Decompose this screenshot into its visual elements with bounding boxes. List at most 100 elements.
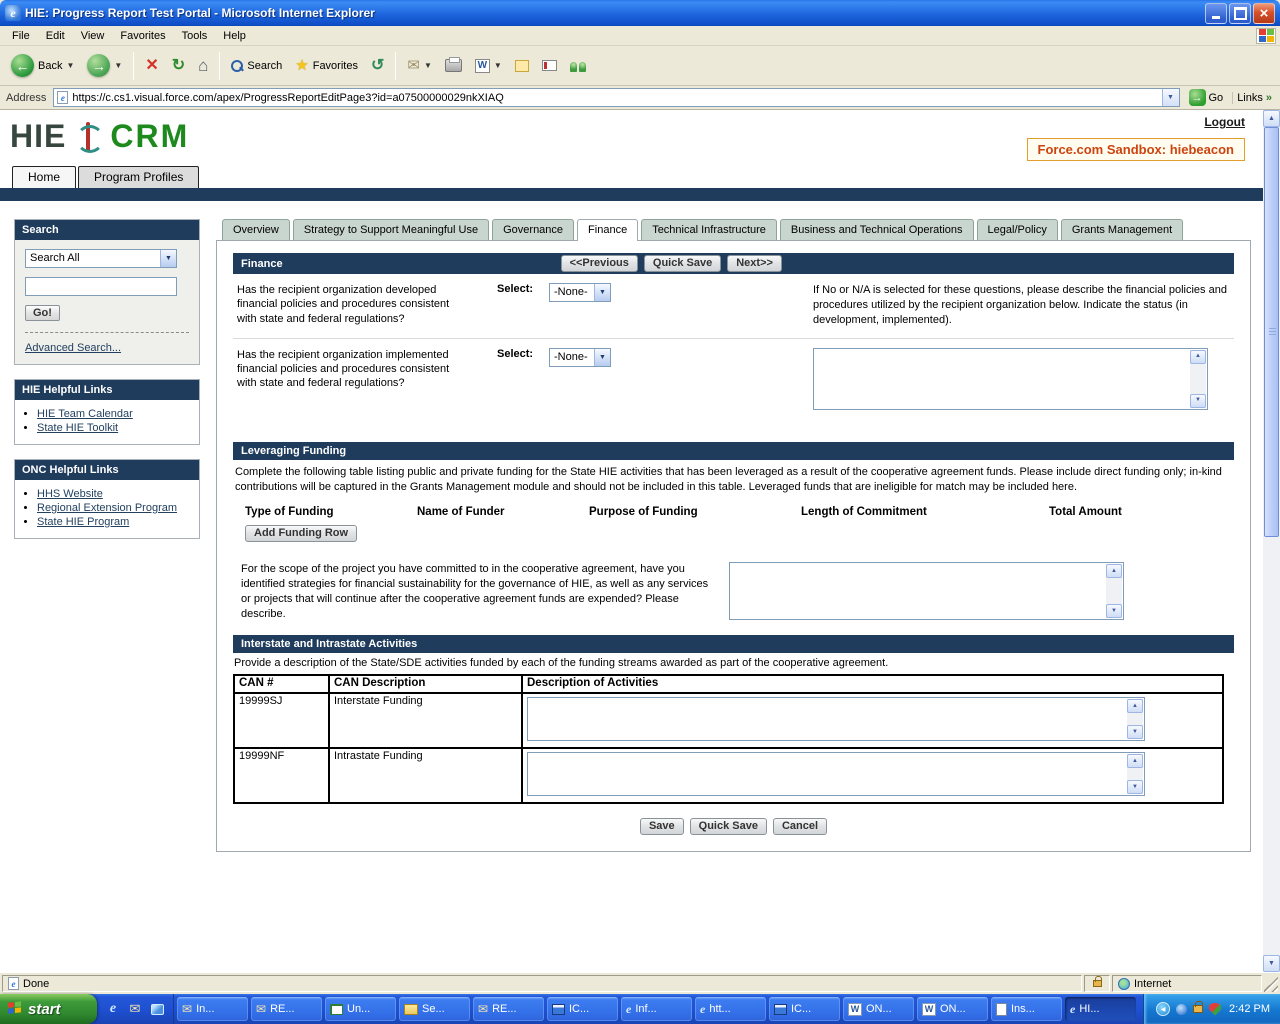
address-dropdown-icon[interactable]	[1162, 89, 1179, 106]
refresh-button[interactable]: ↻	[167, 55, 190, 77]
implemented-policies-select[interactable]: -None-	[549, 348, 611, 367]
taskbar-button[interactable]: Inf...	[621, 997, 692, 1021]
scrollbar-track[interactable]	[1263, 127, 1280, 955]
taskbar-button[interactable]: Un...	[325, 997, 396, 1021]
menu-tools[interactable]: Tools	[174, 28, 216, 44]
forward-dropdown-icon[interactable]: ▼	[114, 61, 122, 70]
tray-security-icon[interactable]	[1209, 1003, 1221, 1016]
menu-file[interactable]: File	[4, 28, 38, 44]
scroll-up-icon[interactable]: ▲	[1127, 699, 1143, 713]
vertical-scrollbar[interactable]: ▲ ▼	[1263, 110, 1280, 972]
taskbar-button[interactable]: RE...	[251, 997, 322, 1021]
scroll-up-icon[interactable]: ▲	[1190, 350, 1206, 364]
tab-overview[interactable]: Overview	[222, 219, 290, 240]
menu-edit[interactable]: Edit	[38, 28, 73, 44]
link-state-hie-toolkit[interactable]: State HIE Toolkit	[37, 422, 118, 434]
link-regional-extension-program[interactable]: Regional Extension Program	[37, 502, 177, 514]
scroll-up-icon[interactable]: ▲	[1263, 110, 1280, 127]
research-button[interactable]	[537, 57, 562, 74]
taskbar-button[interactable]: Se...	[399, 997, 470, 1021]
advanced-search-link[interactable]: Advanced Search...	[25, 342, 121, 354]
edit-dropdown-icon[interactable]: ▼	[494, 61, 502, 70]
history-button[interactable]: ↺	[366, 55, 389, 77]
quick-save-button[interactable]: Quick Save	[644, 255, 721, 272]
interstate-activities-textarea[interactable]: ▲ ▼	[527, 697, 1145, 741]
tab-business-technical-operations[interactable]: Business and Technical Operations	[780, 219, 974, 240]
maximize-button[interactable]	[1229, 3, 1251, 24]
chevron-down-icon[interactable]	[160, 250, 176, 267]
textarea-scrollbar[interactable]: ▲ ▼	[1190, 350, 1206, 408]
close-button[interactable]	[1253, 3, 1275, 24]
edit-with-word-button[interactable]: W ▼	[470, 56, 507, 76]
tab-program-profiles[interactable]: Program Profiles	[78, 166, 199, 188]
taskbar-button[interactable]: IC...	[547, 997, 618, 1021]
search-input[interactable]	[25, 277, 177, 296]
textarea-scrollbar[interactable]: ▲ ▼	[1127, 699, 1143, 739]
back-button[interactable]: ← Back ▼	[6, 51, 79, 80]
tab-grants-management[interactable]: Grants Management	[1061, 219, 1183, 240]
scroll-down-icon[interactable]: ▼	[1263, 955, 1280, 972]
sustainability-textarea[interactable]: ▲ ▼	[729, 562, 1124, 620]
textarea-scrollbar[interactable]: ▲ ▼	[1106, 564, 1122, 618]
menu-help[interactable]: Help	[215, 28, 254, 44]
intrastate-activities-textarea[interactable]: ▲ ▼	[527, 752, 1145, 796]
taskbar-button[interactable]: ON...	[843, 997, 914, 1021]
tab-technical-infrastructure[interactable]: Technical Infrastructure	[641, 219, 777, 240]
search-scope-select[interactable]: Search All	[25, 249, 177, 268]
go-button[interactable]: → Go	[1185, 89, 1228, 106]
minimize-button[interactable]	[1205, 3, 1227, 24]
cancel-button[interactable]: Cancel	[773, 818, 827, 835]
taskbar-button[interactable]: IC...	[769, 997, 840, 1021]
tab-home[interactable]: Home	[12, 166, 76, 188]
textarea-scrollbar[interactable]: ▲ ▼	[1127, 754, 1143, 794]
stop-button[interactable]: ✕	[140, 55, 163, 77]
show-desktop-icon[interactable]	[149, 1001, 165, 1017]
chevron-down-icon[interactable]	[594, 349, 610, 366]
taskbar-button[interactable]: Ins...	[991, 997, 1062, 1021]
link-hie-team-calendar[interactable]: HIE Team Calendar	[37, 408, 133, 420]
favorites-button[interactable]: ★ Favorites	[290, 55, 363, 76]
tray-collapse-icon[interactable]: ◀	[1156, 1002, 1170, 1016]
scroll-down-icon[interactable]: ▼	[1127, 780, 1143, 794]
messenger-button[interactable]	[565, 57, 591, 75]
taskbar-button[interactable]: In...	[177, 997, 248, 1021]
taskbar-button[interactable]: htt...	[695, 997, 766, 1021]
scroll-down-icon[interactable]: ▼	[1127, 725, 1143, 739]
mail-button[interactable]: ✉ ▼	[402, 55, 437, 76]
taskbar-button[interactable]: ON...	[917, 997, 988, 1021]
chevron-down-icon[interactable]	[594, 284, 610, 301]
links-toolbar[interactable]: Links »	[1232, 92, 1276, 104]
ie-quicklaunch-icon[interactable]	[105, 1001, 121, 1017]
forward-button[interactable]: → ▼	[82, 51, 127, 80]
scroll-down-icon[interactable]: ▼	[1190, 394, 1206, 408]
tab-strategy[interactable]: Strategy to Support Meaningful Use	[293, 219, 489, 240]
logout-link[interactable]: Logout	[1204, 115, 1245, 129]
address-input[interactable]: https://c.cs1.visual.force.com/apex/Prog…	[53, 88, 1179, 107]
policies-description-textarea[interactable]: ▲ ▼	[813, 348, 1208, 410]
taskbar-button[interactable]: RE...	[473, 997, 544, 1021]
menu-favorites[interactable]: Favorites	[112, 28, 173, 44]
quick-save-button[interactable]: Quick Save	[690, 818, 767, 835]
home-button[interactable]: ⌂	[193, 54, 213, 77]
tab-legal-policy[interactable]: Legal/Policy	[977, 219, 1058, 240]
developed-policies-select[interactable]: -None-	[549, 283, 611, 302]
tab-governance[interactable]: Governance	[492, 219, 574, 240]
address-url[interactable]: https://c.cs1.visual.force.com/apex/Prog…	[68, 92, 1161, 104]
scroll-up-icon[interactable]: ▲	[1106, 564, 1122, 578]
mail-dropdown-icon[interactable]: ▼	[424, 61, 432, 70]
scrollbar-thumb[interactable]	[1264, 127, 1279, 537]
print-button[interactable]	[440, 56, 467, 75]
search-go-button[interactable]: Go!	[25, 305, 60, 321]
previous-button[interactable]: <<Previous	[561, 255, 638, 272]
tray-app-icon[interactable]	[1176, 1004, 1187, 1015]
mail-quicklaunch-icon[interactable]	[127, 1001, 143, 1017]
tray-lock-icon[interactable]	[1193, 1005, 1203, 1013]
tab-finance[interactable]: Finance	[577, 219, 638, 241]
discuss-button[interactable]	[510, 57, 534, 75]
taskbar-button-active[interactable]: HI...	[1065, 997, 1136, 1021]
resize-grip[interactable]	[1264, 975, 1278, 992]
next-button[interactable]: Next>>	[727, 255, 782, 272]
add-funding-row-button[interactable]: Add Funding Row	[245, 525, 357, 542]
search-button[interactable]: Search	[226, 57, 287, 75]
start-button[interactable]: start	[0, 994, 97, 1024]
